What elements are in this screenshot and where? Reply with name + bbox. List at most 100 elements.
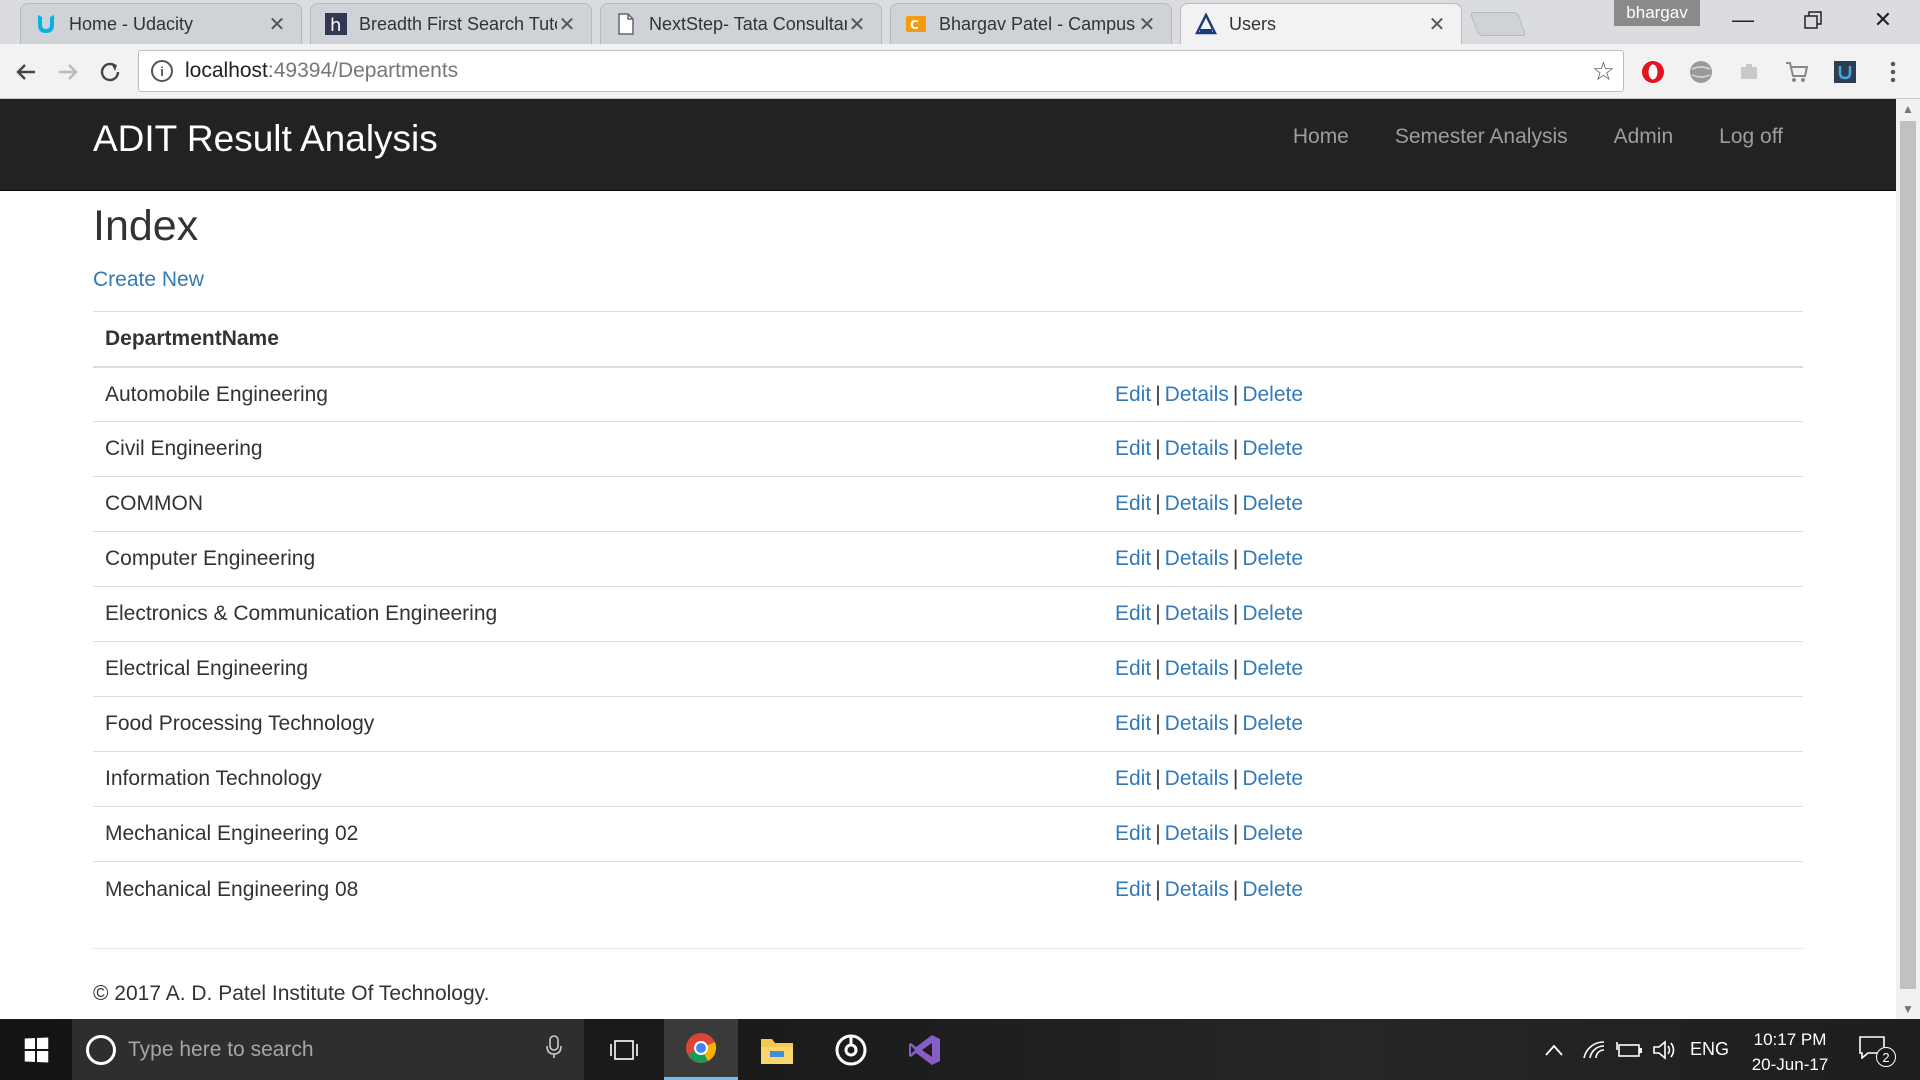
details-link[interactable]: Details: [1165, 657, 1229, 680]
details-link[interactable]: Details: [1165, 602, 1229, 625]
taskbar-clock[interactable]: 10:17 PM 20-Jun-17: [1740, 1027, 1840, 1077]
browser-tabstrip: Home - Udacity ✕ h Breadth First Search …: [0, 0, 1920, 44]
action-separator: |: [1155, 657, 1161, 681]
edit-link[interactable]: Edit: [1115, 437, 1151, 460]
campus-icon: C: [905, 13, 927, 35]
microphone-icon[interactable]: [546, 1034, 562, 1065]
menu-dots-icon[interactable]: [1880, 59, 1906, 85]
reload-icon[interactable]: [94, 56, 126, 88]
delete-link[interactable]: Delete: [1242, 602, 1303, 625]
scroll-up-icon[interactable]: ▲: [1896, 99, 1920, 119]
groove-music-icon[interactable]: [814, 1019, 888, 1080]
close-tab-icon[interactable]: ✕: [847, 12, 867, 37]
close-window-icon[interactable]: ✕: [1854, 0, 1912, 40]
browser-tab-campus[interactable]: C Bhargav Patel - Campus ✕: [890, 3, 1172, 44]
edit-link[interactable]: Edit: [1115, 822, 1151, 845]
table-row: Automobile Engineering Edit | Details | Delet…: [93, 366, 1803, 422]
browser-tab-users[interactable]: Users ✕: [1180, 3, 1462, 44]
shield-ext-icon[interactable]: [1832, 59, 1858, 85]
create-new-link[interactable]: Create New: [93, 268, 204, 292]
scroll-down-icon[interactable]: ▼: [1896, 999, 1920, 1019]
back-icon[interactable]: [10, 56, 42, 88]
address-bar[interactable]: i localhost:49394/Departments ☆: [138, 50, 1624, 92]
edit-link[interactable]: Edit: [1115, 547, 1151, 570]
table-row: Civil Engineering Edit | Details | Delete: [93, 421, 1803, 477]
delete-link[interactable]: Delete: [1242, 383, 1303, 406]
browser-tab-udacity[interactable]: Home - Udacity ✕: [20, 3, 302, 44]
close-tab-icon[interactable]: ✕: [267, 12, 287, 37]
puzzle-icon[interactable]: [1736, 59, 1762, 85]
windows-logo-icon: [24, 1036, 49, 1063]
opera-icon[interactable]: [1640, 59, 1666, 85]
edit-link[interactable]: Edit: [1115, 767, 1151, 790]
details-link[interactable]: Details: [1165, 547, 1229, 570]
close-tab-icon[interactable]: ✕: [557, 12, 577, 37]
table-row: COMMON Edit | Details | Delete: [93, 476, 1803, 532]
delete-link[interactable]: Delete: [1242, 767, 1303, 790]
cart-icon[interactable]: [1784, 59, 1810, 85]
delete-link[interactable]: Delete: [1242, 547, 1303, 570]
browser-tab-nextstep[interactable]: NextStep- Tata Consultar ✕: [600, 3, 882, 44]
task-view-icon[interactable]: [587, 1019, 661, 1080]
delete-link[interactable]: Delete: [1242, 878, 1303, 901]
edit-link[interactable]: Edit: [1115, 383, 1151, 406]
volume-icon[interactable]: [1652, 1019, 1676, 1080]
details-link[interactable]: Details: [1165, 878, 1229, 901]
clock-date: 20-Jun-17: [1751, 1055, 1829, 1074]
delete-link[interactable]: Delete: [1242, 657, 1303, 680]
action-separator: |: [1232, 602, 1239, 626]
minimize-icon[interactable]: —: [1714, 0, 1772, 40]
site-brand-link[interactable]: ADIT Result Analysis: [93, 118, 438, 160]
action-center-icon[interactable]: 2: [1858, 1035, 1896, 1067]
delete-link[interactable]: Delete: [1242, 822, 1303, 845]
chrome-taskbar-icon[interactable]: [664, 1019, 738, 1080]
table-header-row: DepartmentName: [93, 311, 1803, 368]
details-link[interactable]: Details: [1165, 437, 1229, 460]
details-link[interactable]: Details: [1165, 383, 1229, 406]
details-link[interactable]: Details: [1165, 492, 1229, 515]
globe-icon[interactable]: [1688, 59, 1714, 85]
show-hidden-icons[interactable]: [1544, 1019, 1564, 1080]
browser-tab-bfs[interactable]: h Breadth First Search Tuto ✕: [310, 3, 592, 44]
bookmark-star-icon[interactable]: ☆: [1592, 56, 1615, 87]
details-link[interactable]: Details: [1165, 767, 1229, 790]
column-header-department-name: DepartmentName: [93, 311, 1103, 368]
close-tab-icon[interactable]: ✕: [1427, 12, 1447, 37]
restore-icon[interactable]: [1784, 0, 1842, 40]
edit-link[interactable]: Edit: [1115, 712, 1151, 735]
action-separator: |: [1155, 712, 1161, 736]
tab-title: Breadth First Search Tuto: [359, 13, 557, 34]
input-language[interactable]: ENG: [1690, 1019, 1729, 1080]
nav-link-semester-analysis[interactable]: Semester Analysis: [1395, 125, 1568, 149]
page-scrollbar[interactable]: ▲ ▼: [1896, 99, 1920, 1019]
delete-link[interactable]: Delete: [1242, 492, 1303, 515]
start-button[interactable]: [0, 1019, 72, 1080]
edit-link[interactable]: Edit: [1115, 878, 1151, 901]
edit-link[interactable]: Edit: [1115, 492, 1151, 515]
forward-icon[interactable]: [52, 56, 84, 88]
delete-link[interactable]: Delete: [1242, 712, 1303, 735]
close-tab-icon[interactable]: ✕: [1137, 12, 1157, 37]
department-name-cell: Electronics & Communication Engineering: [93, 586, 1103, 642]
edit-link[interactable]: Edit: [1115, 602, 1151, 625]
scroll-thumb[interactable]: [1900, 121, 1916, 989]
hackerearth-icon: h: [325, 13, 347, 35]
nav-link-log-off[interactable]: Log off: [1719, 125, 1783, 149]
row-actions-cell: Edit | Details | Delete: [1103, 751, 1803, 807]
details-link[interactable]: Details: [1165, 712, 1229, 735]
action-separator: |: [1232, 382, 1239, 406]
delete-link[interactable]: Delete: [1242, 437, 1303, 460]
taskbar-search-box[interactable]: Type here to search: [72, 1019, 584, 1080]
new-tab-button[interactable]: [1469, 12, 1527, 36]
row-actions-cell: Edit | Details | Delete: [1103, 366, 1803, 422]
nav-link-admin[interactable]: Admin: [1614, 125, 1674, 149]
browser-profile-chip[interactable]: bhargav: [1614, 0, 1700, 26]
site-info-icon[interactable]: i: [151, 60, 173, 82]
nav-link-home[interactable]: Home: [1293, 125, 1349, 149]
visual-studio-icon[interactable]: [888, 1019, 962, 1080]
file-explorer-icon[interactable]: [740, 1019, 814, 1080]
details-link[interactable]: Details: [1165, 822, 1229, 845]
edit-link[interactable]: Edit: [1115, 657, 1151, 680]
battery-icon[interactable]: [1616, 1019, 1644, 1080]
wifi-icon[interactable]: [1582, 1019, 1606, 1080]
